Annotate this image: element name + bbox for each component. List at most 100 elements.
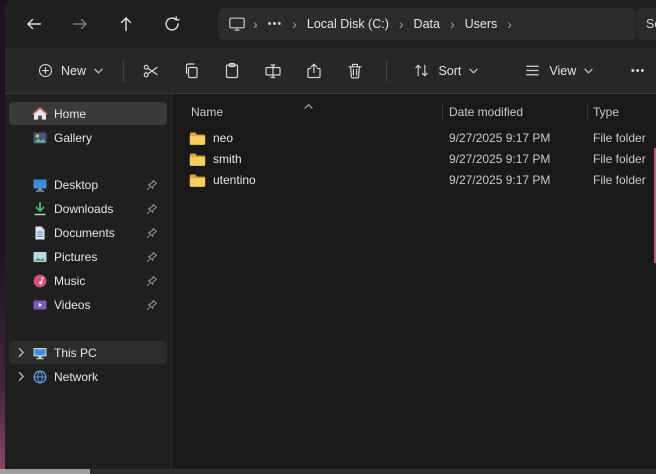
column-divider[interactable] [587, 104, 588, 120]
sidebar-separator [5, 317, 171, 341]
sidebar-item-label: Downloads [54, 202, 146, 216]
this-pc-icon [32, 345, 54, 361]
folder-icon [189, 173, 206, 190]
videos-icon [32, 297, 54, 313]
sidebar-item-label: Pictures [54, 250, 146, 264]
gallery-icon [32, 130, 54, 146]
command-toolbar: New S [5, 48, 656, 94]
up-button[interactable] [109, 7, 143, 41]
sidebar-item-videos[interactable]: Videos [9, 293, 167, 316]
chevron-down-icon [94, 68, 103, 74]
navigation-bar: › ••• › Local Disk (C:) › Data › Users ›… [5, 0, 656, 48]
expand-chevron-icon[interactable] [18, 347, 32, 358]
file-type: File folder [593, 131, 646, 145]
sidebar-item-label: Videos [54, 298, 146, 312]
sidebar-item-home[interactable]: Home [9, 102, 167, 125]
share-icon [305, 62, 323, 80]
plus-circle-icon [38, 63, 53, 78]
network-icon [32, 369, 54, 385]
breadcrumb-local-disk[interactable]: Local Disk (C:) [304, 15, 392, 33]
breadcrumb-chevron-icon: › [253, 17, 258, 31]
file-rows: neo 9/27/2025 9:17 PM File folder smith … [172, 128, 656, 191]
file-name: utentino [213, 173, 256, 187]
file-row-smith[interactable]: smith 9/27/2025 9:17 PM File folder [172, 149, 656, 170]
sort-button[interactable]: Sort [402, 54, 489, 88]
file-name: smith [213, 152, 242, 166]
file-row-utentino[interactable]: utentino 9/27/2025 9:17 PM File folder [172, 170, 656, 191]
chevron-down-icon [469, 68, 478, 74]
file-row-neo[interactable]: neo 9/27/2025 9:17 PM File folder [172, 128, 656, 149]
file-type: File folder [593, 173, 646, 187]
breadcrumb-overflow-button[interactable]: ••• [265, 16, 286, 32]
sidebar-item-label: Documents [54, 226, 146, 240]
copy-button[interactable] [174, 54, 210, 88]
sidebar-item-desktop[interactable]: Desktop [9, 173, 167, 196]
sidebar-separator [5, 150, 171, 173]
breadcrumb-chevron-icon: › [399, 17, 404, 31]
column-header-name[interactable]: Name [191, 105, 223, 119]
sidebar-item-this-pc[interactable]: This PC [9, 341, 167, 364]
address-bar[interactable]: › ••• › Local Disk (C:) › Data › Users › [218, 8, 636, 40]
column-header-type[interactable]: Type [593, 105, 619, 119]
arrow-up-icon [117, 15, 135, 33]
forward-button[interactable] [63, 7, 97, 41]
sidebar-item-label: Desktop [54, 178, 146, 192]
rename-icon [264, 62, 282, 80]
breadcrumb-data[interactable]: Data [411, 15, 443, 33]
folder-icon [189, 152, 206, 169]
search-text: Se [646, 17, 656, 31]
pin-icon [146, 203, 158, 215]
view-button[interactable]: View [513, 54, 604, 88]
paste-button[interactable] [214, 54, 250, 88]
sidebar-item-downloads[interactable]: Downloads [9, 197, 167, 220]
home-icon [32, 106, 54, 122]
sidebar-item-documents[interactable]: Documents [9, 221, 167, 244]
window-body: Home Gallery Desktop [5, 94, 656, 469]
desktop-edge-bottom-dark [90, 469, 656, 474]
refresh-button[interactable] [155, 7, 189, 41]
back-button[interactable] [17, 7, 51, 41]
share-button[interactable] [296, 54, 332, 88]
downloads-icon [32, 201, 54, 217]
copy-icon [183, 62, 201, 80]
breadcrumb-chevron-icon: › [450, 17, 455, 31]
pin-icon [146, 179, 158, 191]
paste-icon [223, 62, 241, 80]
search-input[interactable]: Se [637, 8, 656, 40]
chevron-down-icon [584, 68, 593, 74]
toolbar-divider [123, 60, 124, 82]
file-date-modified: 9/27/2025 9:17 PM [449, 152, 550, 166]
column-header-date-modified[interactable]: Date modified [449, 105, 523, 119]
sidebar-item-label: Music [54, 274, 146, 288]
list-view-icon [524, 62, 541, 79]
cut-button[interactable] [133, 54, 169, 88]
pin-icon [146, 227, 158, 239]
navigation-pane: Home Gallery Desktop [5, 94, 171, 469]
sidebar-item-label: This PC [54, 346, 167, 360]
pin-icon [146, 251, 158, 263]
arrow-left-icon [25, 15, 43, 33]
rename-button[interactable] [255, 54, 291, 88]
sidebar-item-music[interactable]: Music [9, 269, 167, 292]
arrow-right-icon [71, 15, 89, 33]
delete-button[interactable] [337, 54, 373, 88]
scissors-icon [142, 62, 160, 80]
trash-icon [346, 62, 364, 80]
expand-chevron-icon[interactable] [18, 371, 32, 382]
breadcrumb-users[interactable]: Users [462, 15, 501, 33]
new-button[interactable]: New [27, 54, 114, 88]
pin-icon [146, 275, 158, 287]
column-headers: Name Date modified Type [172, 102, 656, 124]
sidebar-item-gallery[interactable]: Gallery [9, 126, 167, 149]
column-divider[interactable] [442, 104, 443, 120]
more-options-button[interactable]: ••• [620, 54, 656, 88]
sidebar-item-pictures[interactable]: Pictures [9, 245, 167, 268]
sidebar-item-label: Gallery [54, 131, 167, 145]
pictures-icon [32, 249, 54, 265]
sidebar-item-label: Network [54, 370, 167, 384]
toolbar-divider [386, 60, 387, 82]
sort-ascending-icon [304, 98, 313, 112]
file-explorer-window: › ••• › Local Disk (C:) › Data › Users ›… [5, 0, 656, 469]
sidebar-item-network[interactable]: Network [9, 365, 167, 388]
sort-arrows-icon [413, 62, 430, 79]
